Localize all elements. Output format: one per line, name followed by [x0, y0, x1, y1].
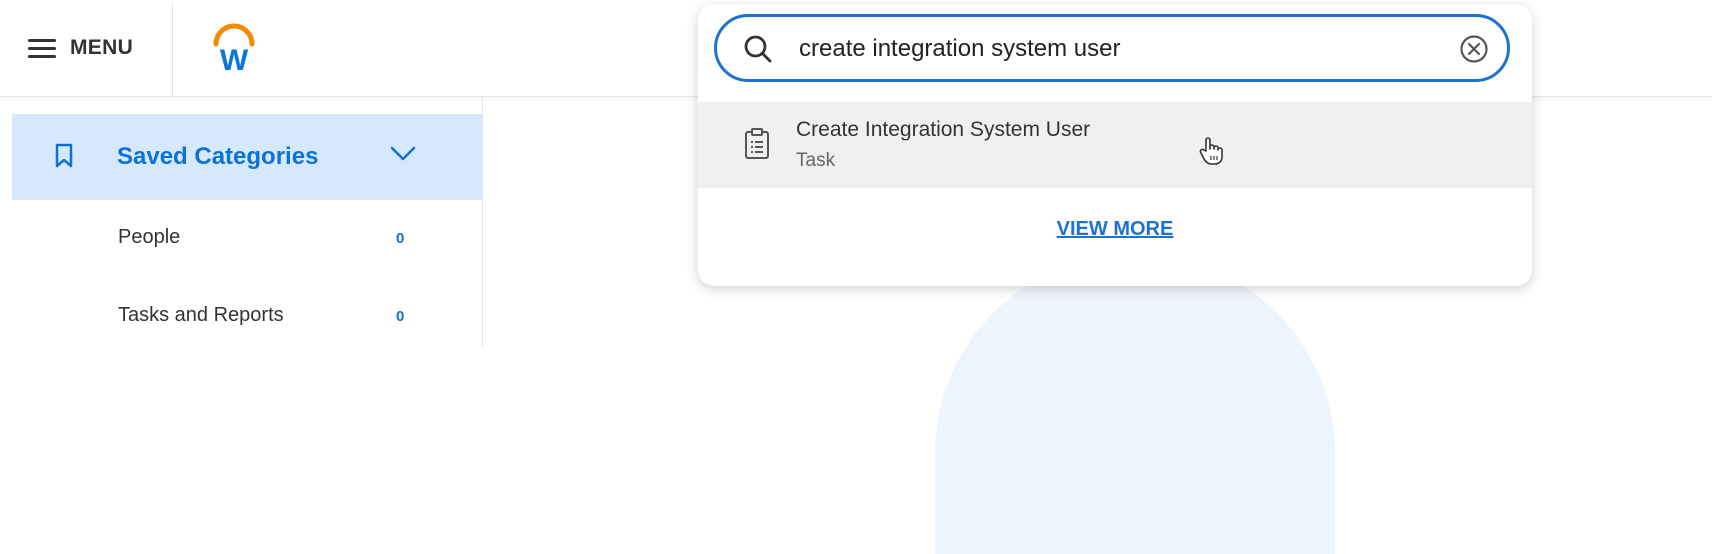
- search-input[interactable]: [797, 29, 1401, 69]
- sidebar: Saved Categories People 0 Tasks and Repo…: [12, 114, 482, 348]
- result-title: Create Integration System User: [796, 118, 1091, 141]
- saved-categories-label: Saved Categories: [117, 143, 319, 170]
- sidebar-item-count: 0: [396, 230, 405, 247]
- view-more-link[interactable]: VIEW MORE: [698, 218, 1532, 241]
- search-dropdown: Create Integration System User Task VIEW…: [698, 4, 1532, 286]
- hamburger-icon: [28, 38, 56, 58]
- header-divider: [172, 4, 173, 96]
- workday-logo[interactable]: W: [210, 22, 258, 74]
- menu-button[interactable]: MENU: [28, 36, 133, 60]
- search-box[interactable]: [714, 14, 1510, 82]
- saved-categories-header[interactable]: Saved Categories: [12, 114, 482, 200]
- sidebar-divider: [482, 96, 483, 348]
- search-result-item[interactable]: Create Integration System User Task: [698, 102, 1532, 188]
- sidebar-item-tasks-and-reports[interactable]: Tasks and Reports 0: [12, 288, 482, 348]
- sidebar-item-people[interactable]: People 0: [12, 210, 482, 270]
- menu-label: MENU: [70, 36, 134, 59]
- sidebar-item-count: 0: [396, 308, 405, 325]
- background-decoration: [935, 254, 1335, 554]
- clear-search-icon[interactable]: [1459, 34, 1489, 64]
- search-icon: [744, 35, 772, 63]
- sidebar-item-label: People: [118, 226, 181, 248]
- bookmark-icon: [55, 143, 73, 168]
- result-type: Task: [796, 150, 836, 171]
- sidebar-item-label: Tasks and Reports: [118, 304, 284, 326]
- hand-cursor-icon: [1199, 137, 1223, 165]
- clipboard-icon: [745, 128, 769, 159]
- logo-letter: W: [220, 44, 249, 74]
- chevron-down-icon[interactable]: [390, 146, 416, 162]
